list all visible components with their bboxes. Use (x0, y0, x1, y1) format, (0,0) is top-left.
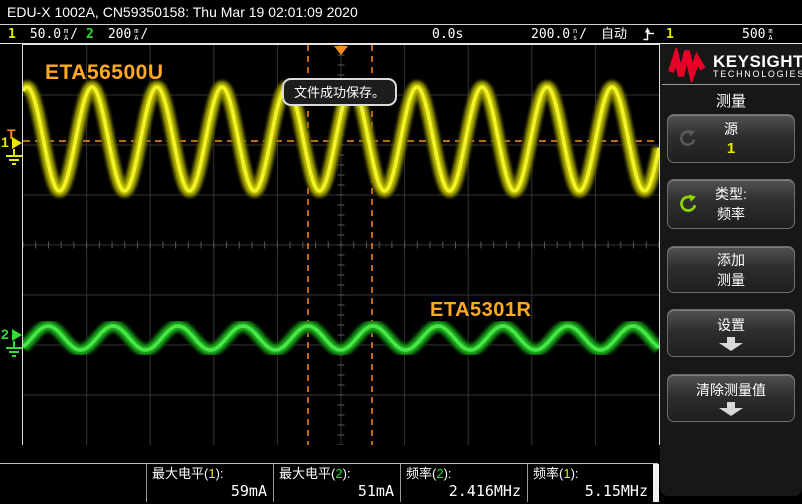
down-arrow-icon (713, 402, 749, 417)
ch2-ground-marker: 2 (1, 324, 25, 367)
measurement-value: 59mA (152, 482, 267, 500)
measurement-value: 51mA (279, 482, 394, 500)
measurement-cell-frequency-2: 频率(2): 2.416MHz (400, 464, 527, 502)
measurement-cell-max-level-1: 最大电平(1): 59mA (146, 464, 273, 502)
ch1-annotation-label: ETA56500U (45, 61, 164, 85)
ch1-scale-readout: 1 50.0mA/ (8, 26, 78, 43)
source-softkey-button[interactable]: 源 1 (667, 114, 795, 163)
measurement-value: 5.15MHz (533, 482, 648, 500)
down-arrow-icon (713, 337, 749, 352)
waveform-display: ETA56500U ETA5301R 文件成功保存。 (22, 44, 660, 446)
timebase-readout: 200.0ns/ (531, 26, 587, 43)
status-bar: 1 50.0mA/ 2 200mA/ 0.0s 200.0ns/ 自动 1 50… (0, 26, 802, 44)
brand-subname: TECHNOLOGIES (713, 69, 802, 79)
trigger-level-readout: 500mA (742, 26, 774, 43)
ch1-number: 1 (8, 26, 16, 43)
svg-text:2: 2 (1, 326, 9, 342)
svg-text:1: 1 (1, 134, 9, 150)
keysight-logo: KEYSIGHT TECHNOLOGIES (668, 48, 798, 86)
trigger-edge-icon (643, 26, 655, 43)
ch2-annotation-label: ETA5301R (430, 299, 531, 322)
oscilloscope-screen: { "window": { "title": "EDU-X 1002A, CN5… (0, 0, 802, 504)
keysight-spark-icon (668, 48, 706, 82)
cycle-icon-disabled (678, 129, 696, 150)
time-offset-readout: 0.0s (432, 26, 463, 43)
ch1-ground-marker: 1 (1, 132, 25, 175)
measurement-cell-max-level-2: 最大电平(2): 51mA (273, 464, 400, 502)
ch2-scale-readout: 2 200mA/ (86, 26, 148, 43)
ch2-number: 2 (86, 26, 94, 43)
softkey-sidebar: KEYSIGHT TECHNOLOGIES 测量 源 1 类型: 频率 添加 测… (660, 44, 802, 496)
file-saved-toast: 文件成功保存。 (282, 78, 397, 106)
menu-title: 测量 (660, 90, 802, 111)
settings-button[interactable]: 设置 (667, 309, 795, 357)
add-measurement-button[interactable]: 添加 测量 (667, 246, 795, 293)
trigger-source-readout: 1 (666, 26, 674, 43)
trigger-mode-readout: 自动 (601, 26, 627, 43)
cycle-icon-active (678, 194, 697, 216)
measurement-value: 2.416MHz (406, 482, 521, 500)
clear-measurements-button[interactable]: 清除测量值 (667, 374, 795, 422)
settings-button-label: 设置 (668, 315, 794, 335)
measurement-cell-frequency-1: 频率(1): 5.15MHz (527, 464, 654, 502)
scroll-indicator[interactable] (653, 464, 659, 502)
titlebar: EDU-X 1002A, CN59350158: Thu Mar 19 02:0… (0, 0, 802, 25)
sidebar-divider (662, 84, 800, 85)
type-softkey-button[interactable]: 类型: 频率 (667, 179, 795, 229)
clear-button-label: 清除测量值 (668, 380, 794, 400)
measurement-bar: 最大电平(1): 59mA 最大电平(2): 51mA 频率(2): 2.416… (0, 445, 660, 504)
brand-name: KEYSIGHT (713, 54, 802, 69)
